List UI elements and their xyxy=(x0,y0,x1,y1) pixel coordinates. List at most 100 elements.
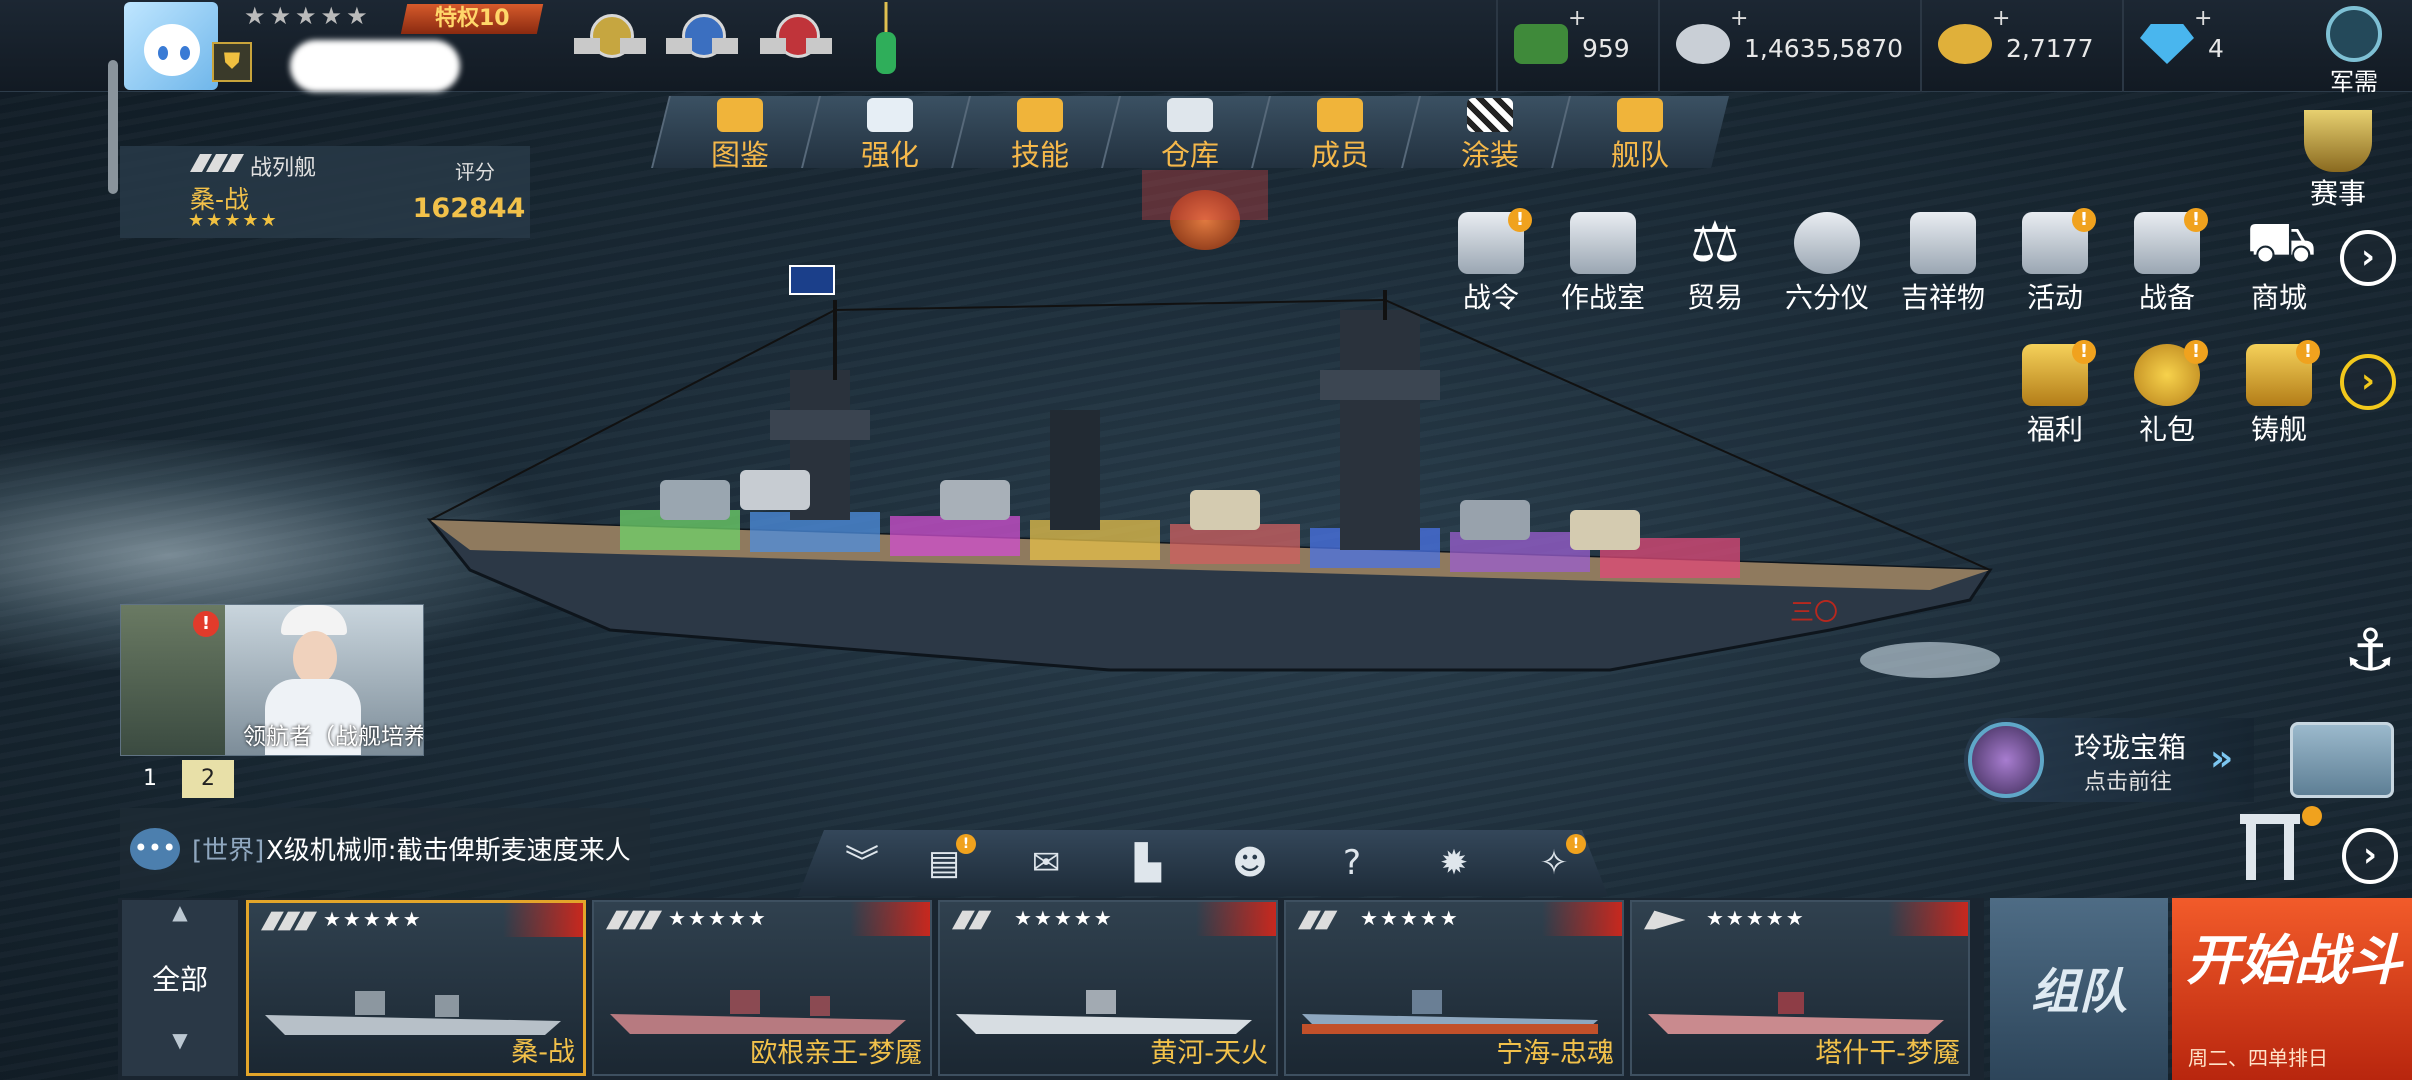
alert-badge: ! xyxy=(2184,208,2208,232)
add-gold-icon[interactable]: + xyxy=(1992,6,2010,31)
tab-warehouse[interactable]: 仓库 xyxy=(1101,96,1279,172)
resource-gold[interactable]: + 2,7177 xyxy=(1920,0,2120,92)
event-button[interactable]: 赛事 xyxy=(2290,110,2386,218)
more-menu-right-arrow-icon[interactable]: › xyxy=(2340,230,2396,286)
add-cash-icon[interactable]: + xyxy=(1568,6,1586,31)
tab-label: 强化 xyxy=(860,138,920,172)
card-stripe xyxy=(503,903,583,937)
team-up-button[interactable]: 组队 xyxy=(1990,898,2168,1080)
tab-fleet[interactable]: 舰队 xyxy=(1551,96,1729,172)
mail-icon[interactable]: ✉ xyxy=(1022,842,1070,884)
settings-icon[interactable]: ✹ xyxy=(1430,842,1478,884)
ship-card-name: 桑-战 xyxy=(511,1037,575,1068)
tab-upgrade[interactable]: 强化 xyxy=(801,96,979,172)
start-battle-subtitle: 周二、四单排日 xyxy=(2188,1046,2328,1070)
ship-card[interactable]: ★★★★★ 欧根亲王-梦魇 xyxy=(592,900,932,1076)
world-map-icon[interactable] xyxy=(2290,722,2394,798)
welfare-button[interactable]: 福利! xyxy=(2000,340,2110,454)
tab-collection[interactable]: 图鉴 xyxy=(651,96,829,172)
task-list-icon[interactable]: ▤! xyxy=(920,834,976,884)
page-2-button[interactable]: 2 xyxy=(182,760,234,798)
alert-badge: ! xyxy=(2296,340,2320,364)
forge-ship-button[interactable]: 铸舰! xyxy=(2224,340,2334,454)
resource-diamond[interactable]: + 4 xyxy=(2122,0,2292,92)
resource-silver[interactable]: + 1,4635,5870 xyxy=(1658,0,1918,92)
player-name-redacted xyxy=(290,40,460,92)
friends-icon[interactable]: ☻ xyxy=(1226,842,1274,884)
add-diamond-icon[interactable]: + xyxy=(2194,6,2212,31)
shop-button[interactable]: ⛟ 商城 xyxy=(2224,212,2334,322)
filter-all-button[interactable]: ▲ 全部 ▼ xyxy=(122,900,238,1076)
card-stripe xyxy=(1542,902,1622,936)
red-medal-icon[interactable] xyxy=(760,14,832,70)
resource-cash[interactable]: + 959 xyxy=(1496,0,1656,92)
battleship-class-icon xyxy=(261,911,317,931)
ship-card[interactable]: ★★★★★ 塔什干-梦魇 xyxy=(1630,900,1970,1076)
hanging-tag-icon[interactable] xyxy=(872,2,900,78)
gift-pack-button[interactable]: 礼包! xyxy=(2112,340,2222,454)
mascot-button[interactable]: 吉祥物 xyxy=(1888,212,1998,322)
grid-label: 作战室 xyxy=(1560,281,1645,314)
supply-label: 军需 xyxy=(2330,68,2378,96)
alert-badge: ! xyxy=(1566,834,1586,854)
silver-medal-icon[interactable] xyxy=(574,14,646,70)
paint-flag-icon xyxy=(1467,98,1514,132)
ship-card[interactable]: ★★★★★ 黄河-天火 xyxy=(938,900,1278,1076)
battle-pass-button[interactable]: 战令! xyxy=(1436,208,1546,322)
start-battle-button[interactable]: 开始战斗 周二、四单排日 xyxy=(2172,898,2412,1080)
scale-icon: ⚖ xyxy=(1689,210,1741,275)
silver-coins-icon xyxy=(1676,24,1730,64)
ship-info-panel[interactable]: 战列舰 桑-战 ★★★★★ xyxy=(120,146,420,238)
event-label: 赛事 xyxy=(2309,177,2366,210)
page-1-button[interactable]: 1 xyxy=(124,760,176,798)
hint-bulb-icon[interactable]: ✧! xyxy=(1530,834,1586,884)
ranking-icon[interactable]: ▙ xyxy=(1124,842,1172,884)
more-row2-right-arrow-icon[interactable]: › xyxy=(2340,354,2396,410)
collapse-icon[interactable]: ︾ xyxy=(838,842,886,884)
privilege-badge[interactable]: 特权10 xyxy=(400,4,544,34)
tab-crew[interactable]: 成员 xyxy=(1251,96,1429,172)
chat-bubble-icon[interactable]: ••• xyxy=(130,828,180,870)
trade-button[interactable]: ⚖ 贸易 xyxy=(1660,212,1770,322)
activity-button[interactable]: 活动! xyxy=(2000,208,2110,322)
help-icon[interactable]: ? xyxy=(1328,842,1376,884)
dock-crane-icon[interactable] xyxy=(2230,804,2324,884)
war-prep-button[interactable]: 战备! xyxy=(2112,208,2222,322)
war-room-button[interactable]: 作战室 xyxy=(1548,212,1658,322)
alert-badge: ! xyxy=(1508,208,1532,232)
blue-medal-icon[interactable] xyxy=(666,14,738,70)
sextant-icon xyxy=(1794,212,1860,274)
treasure-subtitle: 点击前往 xyxy=(2084,770,2173,795)
chat-bar[interactable]: ••• [世界] X级机械师:截击俾斯麦速度来人 xyxy=(120,808,650,890)
avatar-face xyxy=(144,24,200,76)
supply-button[interactable]: 军需 xyxy=(2296,0,2412,96)
gold-value: 2,7177 xyxy=(2006,34,2094,63)
scroll-up-icon[interactable]: ▲ xyxy=(122,900,238,924)
trophy-icon xyxy=(2304,110,2372,172)
crew-training-card[interactable]: ! 领航者（战舰培养 xyxy=(120,604,424,756)
battleship-model[interactable]: 三〇 xyxy=(410,250,2010,710)
tab-skills[interactable]: 技能 xyxy=(951,96,1129,172)
tab-paint[interactable]: 涂装 xyxy=(1401,96,1579,172)
ship-card-name: 宁海-忠魂 xyxy=(1496,1038,1614,1069)
anchor-icon[interactable]: ⚓ xyxy=(2344,616,2396,684)
tab-label: 技能 xyxy=(1010,138,1070,172)
player-avatar[interactable] xyxy=(124,2,218,90)
add-silver-icon[interactable]: + xyxy=(1730,6,1748,31)
lantern-glow xyxy=(1142,170,1268,220)
cash-value: 959 xyxy=(1582,34,1630,63)
treasure-chest-icon xyxy=(1968,722,2044,798)
battleship-class-icon xyxy=(190,154,244,172)
treasure-box-banner[interactable]: 玲珑宝箱 点击前往 » xyxy=(1964,718,2254,802)
task-list-glyph: ▤ xyxy=(927,843,961,883)
scroll-down-icon[interactable]: ▼ xyxy=(122,1028,238,1052)
treasure-title: 玲珑宝箱 xyxy=(2074,731,2187,764)
grid-label: 战备 xyxy=(2138,281,2195,314)
ship-card[interactable]: ★★★★★ 宁海-忠魂 xyxy=(1284,900,1624,1076)
sextant-button[interactable]: 六分仪 xyxy=(1772,212,1882,322)
dock-right-arrow-icon[interactable]: › xyxy=(2342,828,2398,884)
cash-icon xyxy=(1514,24,1568,64)
ship-card[interactable]: ★★★★★ 桑-战 xyxy=(246,900,586,1076)
card-stripe xyxy=(1196,902,1276,936)
side-scroll-handle[interactable] xyxy=(108,60,118,194)
